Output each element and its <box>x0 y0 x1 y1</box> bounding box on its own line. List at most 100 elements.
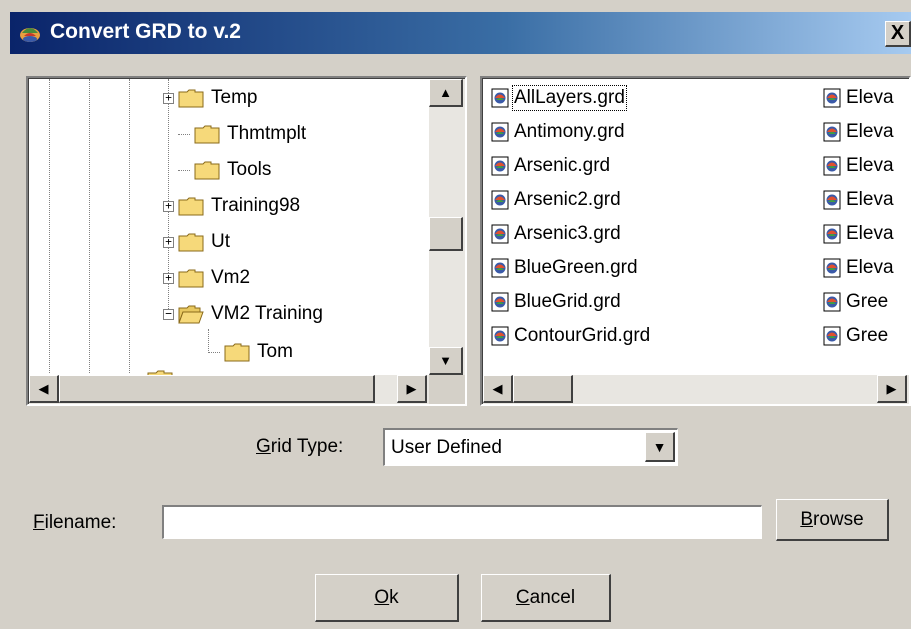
tree-item-label: Tom <box>257 341 293 362</box>
title-bar: Convert GRD to v.2 X <box>10 12 911 54</box>
ok-button[interactable]: Ok <box>315 574 459 622</box>
close-icon: X <box>890 22 905 44</box>
scroll-thumb[interactable] <box>59 375 375 403</box>
grid-file-icon <box>491 224 509 244</box>
scroll-left-button[interactable]: ◀ <box>29 375 59 403</box>
cancel-label: ancel <box>529 587 576 608</box>
arrow-down-icon: ▼ <box>439 353 452 368</box>
file-item[interactable]: Arsenic3.grd <box>491 217 621 251</box>
scroll-thumb[interactable] <box>513 375 573 403</box>
ok-label: k <box>389 587 399 608</box>
scroll-down-button[interactable]: ▼ <box>429 347 463 375</box>
file-item[interactable]: Arsenic2.grd <box>491 183 621 217</box>
tree-item[interactable]: + Training98 <box>163 191 300 221</box>
scroll-thumb[interactable] <box>429 217 463 251</box>
filename-input[interactable] <box>162 505 762 539</box>
file-item[interactable]: Eleva <box>823 149 894 183</box>
grid-file-icon <box>823 122 841 142</box>
grid-file-icon <box>823 224 841 244</box>
file-item[interactable]: Antimony.grd <box>491 115 625 149</box>
file-item[interactable]: Eleva <box>823 115 894 149</box>
file-item-label: Eleva <box>846 223 894 244</box>
tree-branch-line <box>178 169 190 171</box>
expand-icon[interactable]: + <box>163 92 174 104</box>
scroll-right-button[interactable]: ▶ <box>397 375 427 403</box>
tree-item-label: Ut <box>211 231 230 252</box>
file-item[interactable]: Arsenic.grd <box>491 149 610 183</box>
folder-tree-inner: + Temp Thmtmplt Tools + Training98 + Ut … <box>28 78 465 404</box>
file-item-label: Eleva <box>846 155 894 176</box>
tree-guide-line <box>89 79 90 373</box>
file-item-label: Antimony.grd <box>514 121 625 142</box>
grid-file-icon <box>491 258 509 278</box>
file-item[interactable]: BlueGreen.grd <box>491 251 638 285</box>
file-item-label: Eleva <box>846 121 894 142</box>
folder-icon <box>194 161 220 180</box>
file-item[interactable]: Eleva <box>823 81 894 115</box>
tree-item[interactable]: − VM2 Training <box>163 299 323 329</box>
filename-label-text: ilename: <box>44 512 117 533</box>
app-icon <box>20 28 40 42</box>
grid-type-mnemonic: G <box>256 436 271 457</box>
file-item-label: Gree <box>846 291 889 312</box>
tree-item-label: VM2 Training <box>211 303 323 324</box>
arrow-left-icon: ◀ <box>38 380 49 396</box>
file-item[interactable]: ContourGrid.grd <box>491 319 650 353</box>
scroll-corner <box>429 375 465 404</box>
file-item[interactable]: Eleva <box>823 217 894 251</box>
open-folder-icon <box>178 305 204 324</box>
tree-item[interactable]: Tools <box>178 155 271 185</box>
tree-item[interactable]: + Temp <box>163 83 257 113</box>
folder-icon <box>178 197 204 216</box>
tree-item[interactable]: + Vm2 <box>163 263 250 293</box>
file-item[interactable]: Eleva <box>823 183 894 217</box>
expand-icon[interactable]: + <box>163 236 174 248</box>
tree-item-label: Thmtmplt <box>227 123 307 144</box>
expand-icon[interactable]: + <box>163 272 174 284</box>
file-list[interactable]: AllLayers.grd Antimony.grd Arsenic.grd Arse… <box>480 76 911 406</box>
file-item-label: Eleva <box>846 189 894 210</box>
filename-mnemonic: F <box>33 512 45 533</box>
dropdown-button[interactable]: ▼ <box>645 432 675 462</box>
arrow-right-icon: ▶ <box>406 380 417 396</box>
grid-type-label-text: rid Type: <box>270 436 344 457</box>
arrow-up-icon: ▲ <box>439 85 452 100</box>
file-item-label: Arsenic.grd <box>514 155 611 176</box>
grid-type-select[interactable]: User Defined ▼ <box>383 428 678 466</box>
scroll-right-button[interactable]: ▶ <box>877 375 907 403</box>
close-button[interactable]: X <box>885 21 911 47</box>
grid-file-icon <box>491 122 509 142</box>
ok-mnemonic: O <box>374 587 390 608</box>
file-item[interactable]: Gree <box>823 285 888 319</box>
grid-file-icon <box>823 156 841 176</box>
file-item-label: Eleva <box>846 87 894 108</box>
grid-file-icon <box>491 190 509 210</box>
cancel-button[interactable]: Cancel <box>481 574 611 622</box>
folder-icon <box>178 233 204 252</box>
scroll-up-button[interactable]: ▲ <box>429 79 463 107</box>
browse-button[interactable]: Browse <box>776 499 889 541</box>
folder-icon <box>178 89 204 108</box>
grid-file-icon <box>823 258 841 278</box>
tree-guide-line <box>49 79 50 373</box>
file-item[interactable]: Eleva <box>823 251 894 285</box>
file-item[interactable]: AllLayers.grd <box>491 81 627 115</box>
grid-file-icon <box>491 326 509 346</box>
folder-icon <box>224 343 250 362</box>
tree-branch-line <box>208 351 220 353</box>
tree-item[interactable]: + Ut <box>163 227 230 257</box>
tree-item[interactable]: Thmtmplt <box>178 119 306 149</box>
tree-item[interactable]: Tom <box>208 337 293 367</box>
collapse-icon[interactable]: − <box>163 308 174 320</box>
file-item[interactable]: Gree <box>823 319 888 353</box>
tree-item-label: Temp <box>211 87 258 108</box>
scroll-left-button[interactable]: ◀ <box>483 375 513 403</box>
expand-icon[interactable]: + <box>163 200 174 212</box>
file-item[interactable]: BlueGrid.grd <box>491 285 621 319</box>
grid-type-label: Grid Type: <box>256 436 343 458</box>
folder-icon <box>194 125 220 144</box>
tree-item-label: Vm2 <box>211 267 251 288</box>
folder-tree[interactable]: + Temp Thmtmplt Tools + Training98 + Ut … <box>26 76 467 406</box>
filename-label: Filename: <box>33 512 116 534</box>
file-item-label: ContourGrid.grd <box>514 325 651 346</box>
